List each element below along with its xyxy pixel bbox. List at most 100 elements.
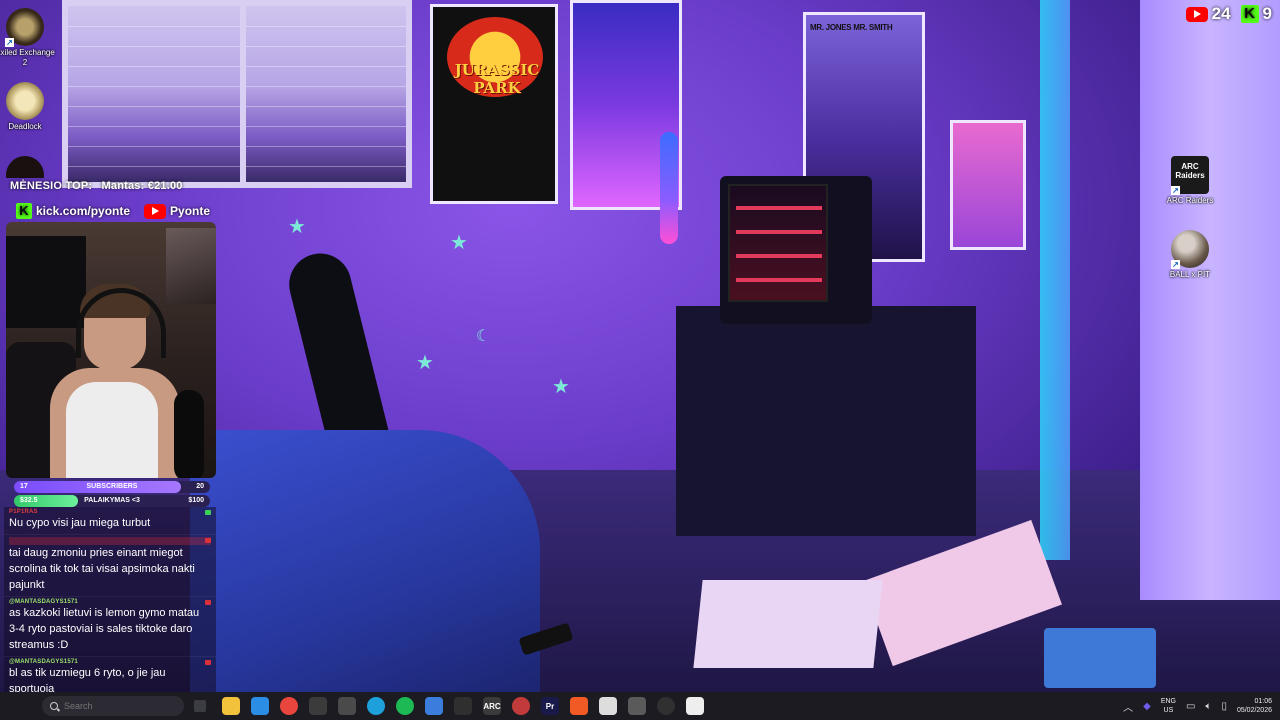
pizza-box — [693, 580, 883, 668]
app-tray-icon[interactable]: ◆ — [1143, 701, 1151, 712]
premiere-icon[interactable]: Pr — [541, 697, 559, 715]
chat-text: as kazkoki lietuvi is lemon gymo matau 3… — [9, 607, 200, 651]
youtube-channel-label: Pyonte — [170, 204, 211, 218]
kick-channel: K kick.com/pyonte — [16, 203, 130, 219]
subscribers-goal-bar: 17 SUBSCRIBERS 20 — [14, 481, 210, 493]
monthly-top-value: Mantas: €21.00 — [101, 180, 183, 192]
terminal-icon[interactable] — [454, 697, 472, 715]
chat-panel: P1P1RAS Nu cypo visi jau miega turbut ta… — [4, 507, 216, 693]
jurassic-park-title: JURASSIC PARK — [454, 61, 540, 97]
desktop-icon-arc-raiders[interactable]: ARC Raiders ↗ ARC Raiders — [1160, 156, 1220, 206]
desktop-icon-label: Exiled Exchange 2 — [0, 48, 55, 67]
wallpaper-tv — [720, 176, 872, 324]
desktop-icon-label: Deadlock — [8, 122, 42, 131]
brave-icon[interactable] — [570, 697, 588, 715]
chat-text: bl as tik uzmiegu 6 ryto, o jie jau spor… — [9, 667, 166, 693]
wallpaper-door — [1140, 0, 1280, 600]
file-explorer-icon[interactable] — [222, 697, 240, 715]
mib-poster-names: MR. JONES MR. SMITH — [810, 23, 893, 32]
battery-icon[interactable]: ▯ — [1221, 701, 1227, 712]
desktop-icon-label: BALL x PIT — [1169, 270, 1211, 279]
search-input[interactable] — [64, 701, 174, 711]
subscribers-label: SUBSCRIBERS — [86, 483, 138, 490]
support-label: PALAIKYMAS <3 — [84, 497, 140, 504]
webcam-feed — [6, 222, 216, 478]
chat-username: P1P1RAS — [9, 509, 211, 515]
capture-icon[interactable] — [628, 697, 646, 715]
photos-icon[interactable] — [425, 697, 443, 715]
chat-username: @MANTASDAGYS1571 — [9, 599, 211, 605]
chrome-icon[interactable] — [280, 697, 298, 715]
language-indicator[interactable]: ENG US — [1161, 697, 1176, 715]
youtube-icon — [144, 203, 167, 219]
wallpaper-desk — [676, 306, 976, 536]
jurassic-park-poster: JURASSIC PARK — [430, 4, 558, 204]
youtube-channel: Pyonte — [144, 203, 211, 219]
chat-text: Nu cypo visi jau miega turbut — [9, 517, 151, 529]
clock-date: 05/02/2026 — [1236, 707, 1272, 714]
youtube-viewer-count: 24 — [1185, 4, 1231, 24]
desktop-icon-partial[interactable] — [0, 156, 55, 178]
record-app-icon[interactable] — [686, 697, 704, 715]
wallpaper-bed — [190, 430, 540, 692]
chat-text: tai daug zmoniu pries einant miegot scro… — [9, 547, 195, 591]
chat-message: @MANTASDAGYS1571 as kazkoki lietuvi is l… — [4, 597, 216, 657]
monthly-top-banner: MĖNESIO TOP: Mantas: €21.00 — [10, 180, 183, 192]
system-tray: ︿ ◆ ENG US ▭ 🔈︎ ▯ 01:06 05/02/2026 — [1123, 692, 1272, 720]
notepad-icon[interactable] — [599, 697, 617, 715]
game-app-icon[interactable] — [512, 697, 530, 715]
obs-icon[interactable] — [657, 697, 675, 715]
support-target: $100 — [188, 497, 204, 504]
chat-message: tai daug zmoniu pries einant miegot scro… — [4, 535, 216, 597]
youtube-count-value: 24 — [1211, 4, 1231, 23]
spotify-icon[interactable] — [396, 697, 414, 715]
kick-channel-label: kick.com/pyonte — [36, 204, 131, 218]
youtube-icon — [1185, 6, 1208, 22]
laundry-basket — [1044, 628, 1156, 688]
social-bar: K kick.com/pyonte Pyonte — [16, 200, 210, 222]
search-icon — [50, 702, 58, 710]
clock-time: 01:06 — [1254, 698, 1272, 705]
desktop-icon-label: ARC Raiders — [1166, 196, 1214, 205]
support-goal-bar: $32.5 PALAIKYMAS <3 $100 — [14, 495, 210, 507]
star-sticker: ★ — [450, 232, 468, 254]
task-view-icon[interactable] — [194, 700, 206, 712]
wallpaper-window — [62, 0, 412, 188]
chevron-up-icon[interactable]: ︿ — [1123, 699, 1133, 714]
power-rangers-poster — [950, 120, 1026, 250]
app-icon — [6, 156, 44, 178]
clock[interactable]: 01:06 05/02/2026 — [1237, 697, 1272, 715]
kick-icon: K — [1240, 5, 1259, 23]
arc-app-icon[interactable]: ARC — [483, 697, 501, 715]
shortcut-arrow-icon: ↗ — [1171, 186, 1180, 195]
chat-username — [9, 537, 211, 545]
lava-lamp — [660, 132, 678, 244]
chat-message: @MANTASDAGYS1571 bl as tik uzmiegu 6 ryt… — [4, 657, 216, 693]
star-sticker: ☾ — [476, 328, 491, 345]
subscribers-target: 20 — [196, 483, 204, 490]
shortcut-arrow-icon: ↗ — [5, 38, 14, 47]
image-app-icon[interactable] — [309, 697, 327, 715]
kick-count-value: 9 — [1262, 4, 1272, 23]
edge-icon[interactable] — [367, 697, 385, 715]
wallpaper-door-frame — [1040, 0, 1070, 560]
viewer-counters: 24 K 9 — [1185, 4, 1272, 24]
volume-icon[interactable]: 🔈︎ — [1205, 701, 1211, 712]
network-icon[interactable]: ▭ — [1186, 701, 1195, 712]
taskbar-search[interactable] — [42, 696, 184, 716]
deadlock-icon — [6, 82, 44, 120]
taskbar-apps: ARC Pr — [222, 697, 704, 715]
store-icon[interactable] — [251, 697, 269, 715]
chat-message: P1P1RAS Nu cypo visi jau miega turbut — [4, 507, 216, 535]
taskbar: ARC Pr ︿ ◆ ENG US ▭ 🔈︎ ▯ 01:06 05/02/2026 — [0, 692, 1280, 720]
kick-icon: K — [16, 203, 32, 219]
desktop-icon-exiled-exchange[interactable]: ↗ Exiled Exchange 2 — [0, 8, 55, 68]
star-sticker: ★ — [288, 216, 306, 238]
desktop-icon-ball-x-pit[interactable]: ↗ BALL x PIT — [1160, 230, 1220, 280]
kick-viewer-count: K 9 — [1240, 4, 1272, 24]
chat-username: @MANTASDAGYS1571 — [9, 659, 211, 665]
star-sticker: ★ — [416, 352, 434, 374]
microphone — [174, 390, 204, 478]
desktop-icon-deadlock[interactable]: Deadlock — [0, 82, 55, 132]
deadlock-app-icon[interactable] — [338, 697, 356, 715]
